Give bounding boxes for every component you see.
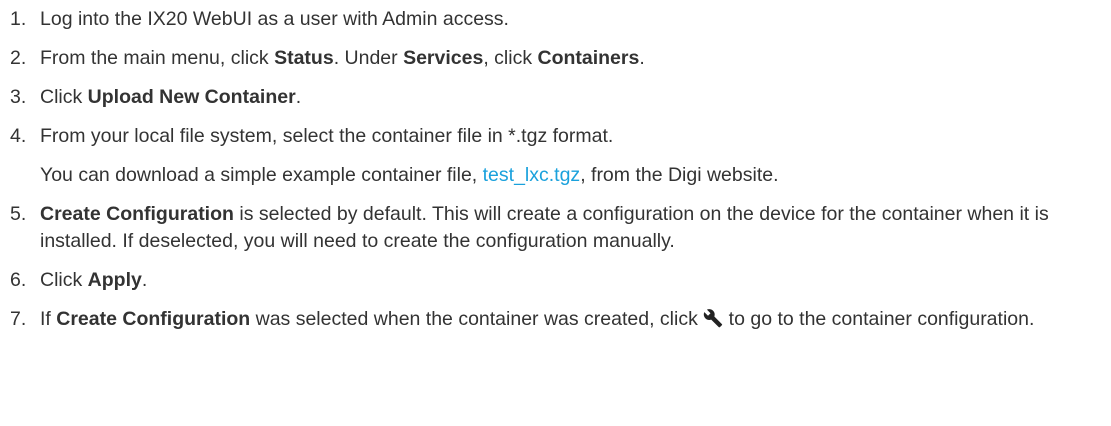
test-lxc-download-link[interactable]: test_lxc.tgz xyxy=(483,164,581,186)
step-text: Click xyxy=(40,269,88,291)
step-number: 7. xyxy=(10,308,27,330)
step-number: 4. xyxy=(10,125,27,147)
note-text: You can download a simple example contai… xyxy=(40,164,483,186)
step-text: was selected when the container was crea… xyxy=(250,308,704,330)
step-3: 3. Click Upload New Container. xyxy=(0,84,1111,111)
step-text: to go to the container configuration. xyxy=(723,308,1035,330)
step-1: 1. Log into the IX20 WebUI as a user wit… xyxy=(0,6,1111,33)
upload-new-container-label: Upload New Container xyxy=(87,86,296,108)
step-text: . xyxy=(141,269,148,291)
step-2: 2. From the main menu, click Status. Und… xyxy=(0,45,1111,72)
step-number: 2. xyxy=(10,47,27,69)
create-configuration-label: Create Configuration xyxy=(56,308,251,330)
step-7: 7. If Create Configuration was selected … xyxy=(0,306,1111,333)
step-6: 6. Click Apply. xyxy=(0,267,1111,294)
containers-label: Containers xyxy=(537,47,640,69)
instruction-steps: 1. Log into the IX20 WebUI as a user wit… xyxy=(0,0,1111,333)
services-label: Services xyxy=(403,47,484,69)
step-text: From your local file system, select the … xyxy=(40,125,614,147)
step-number: 5. xyxy=(10,203,27,225)
step-text: From the main menu, click xyxy=(40,47,275,69)
step-5: 5. Create Configuration is selected by d… xyxy=(0,201,1111,255)
step-text: If xyxy=(40,308,57,330)
step-text: Log into the IX20 WebUI as a user with A… xyxy=(40,8,509,30)
wrench-icon xyxy=(703,308,723,328)
step-text: . Under xyxy=(333,47,404,69)
step-note: You can download a simple example contai… xyxy=(40,162,1111,189)
step-number: 1. xyxy=(10,8,27,30)
create-configuration-label: Create Configuration xyxy=(40,203,234,225)
step-text: , click xyxy=(483,47,538,69)
step-number: 6. xyxy=(10,269,27,291)
step-text: . xyxy=(295,86,302,108)
step-number: 3. xyxy=(10,86,27,108)
step-text: . xyxy=(639,47,645,69)
step-text: Click xyxy=(40,86,88,108)
step-4: 4. From your local file system, select t… xyxy=(0,123,1111,189)
status-menu-label: Status xyxy=(274,47,334,69)
apply-label: Apply xyxy=(87,269,142,291)
note-text: , from the Digi website. xyxy=(580,164,779,186)
